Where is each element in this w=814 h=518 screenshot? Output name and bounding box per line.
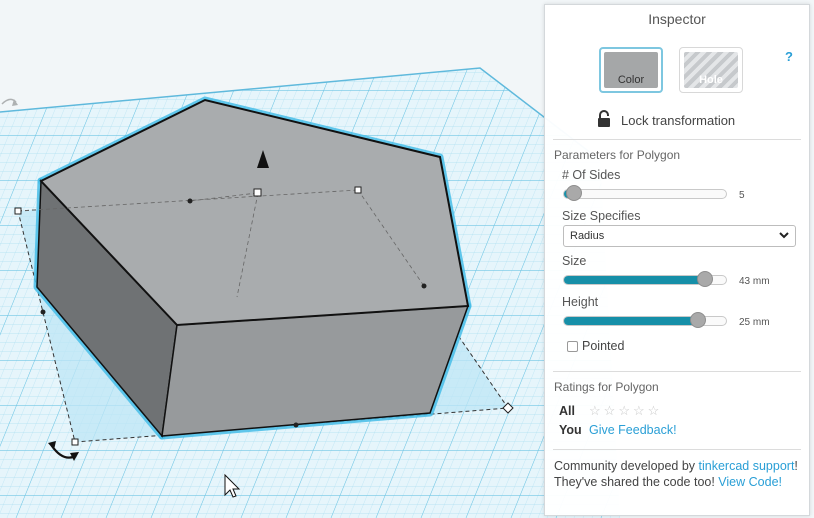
color-button[interactable]: Color xyxy=(599,47,663,93)
ratings-all-stars: ☆ ☆ ☆ ☆ ☆ xyxy=(589,403,659,419)
size-slider-thumb[interactable] xyxy=(696,271,713,287)
sides-slider-thumb[interactable] xyxy=(565,185,582,201)
size-specifies-label: Size Specifies xyxy=(562,209,641,223)
ratings-you-label: You xyxy=(559,423,582,437)
tinkercad-support-link[interactable]: tinkercad support xyxy=(699,459,795,473)
sides-slider[interactable] xyxy=(563,185,727,201)
pointed-checkbox[interactable] xyxy=(567,340,578,352)
shared-code-text: They've shared the code too! xyxy=(554,475,719,489)
ratings-section-title: Ratings for Polygon xyxy=(554,380,659,394)
star-icon: ☆ xyxy=(618,403,630,418)
height-slider-thumb[interactable] xyxy=(690,312,707,328)
community-note: Community developed by tinkercad support… xyxy=(554,458,804,490)
lock-label: Lock transformation xyxy=(621,112,736,128)
ratings-you-row: You Give Feedback! xyxy=(559,423,677,437)
star-icon: ☆ xyxy=(632,403,645,418)
ratings-all-label: All xyxy=(559,404,575,418)
chevron-down-icon[interactable] xyxy=(778,229,790,244)
hole-button[interactable]: Hole xyxy=(679,47,743,93)
divider xyxy=(553,371,801,372)
height-label: Height xyxy=(562,295,599,309)
divider xyxy=(553,449,801,450)
give-feedback-link[interactable]: Give Feedback! xyxy=(589,423,677,437)
community-text-end: ! xyxy=(794,459,798,473)
color-button-label: Color xyxy=(617,74,645,86)
size-label: Size xyxy=(562,254,587,268)
view-code-link[interactable]: View Code! xyxy=(718,475,782,489)
community-text: Community developed by xyxy=(554,459,699,473)
ratings-all-row: All ☆ ☆ ☆ ☆ ☆ xyxy=(559,403,659,419)
star-icon: ☆ xyxy=(589,403,601,418)
parameters-section-title: Parameters for Polygon xyxy=(554,148,681,162)
help-link[interactable]: ? xyxy=(785,49,793,64)
lock-icon[interactable] xyxy=(597,110,611,130)
pointed-label: Pointed xyxy=(582,339,625,353)
divider xyxy=(553,139,801,140)
size-specifies-value: Radius xyxy=(570,230,605,242)
inspector-panel: Inspector Color Hole ? Lock transformati… xyxy=(544,4,810,516)
star-icon: ☆ xyxy=(647,403,660,418)
height-value: 25 mm xyxy=(739,317,770,328)
size-value: 43 mm xyxy=(739,276,770,287)
pointed-option[interactable]: Pointed xyxy=(567,339,624,353)
size-slider[interactable] xyxy=(563,271,727,287)
size-specifies-select[interactable]: Radius xyxy=(563,225,796,247)
height-slider[interactable] xyxy=(563,312,727,328)
sides-label: # Of Sides xyxy=(562,168,621,182)
hole-button-label: Hole xyxy=(699,74,723,86)
lock-transformation-toggle[interactable]: Lock transformation xyxy=(597,110,736,130)
rotate-arrow-icon-faded[interactable] xyxy=(1,98,18,106)
sides-value: 5 xyxy=(739,190,745,201)
star-icon: ☆ xyxy=(603,403,616,418)
inspector-title: Inspector xyxy=(648,11,706,27)
